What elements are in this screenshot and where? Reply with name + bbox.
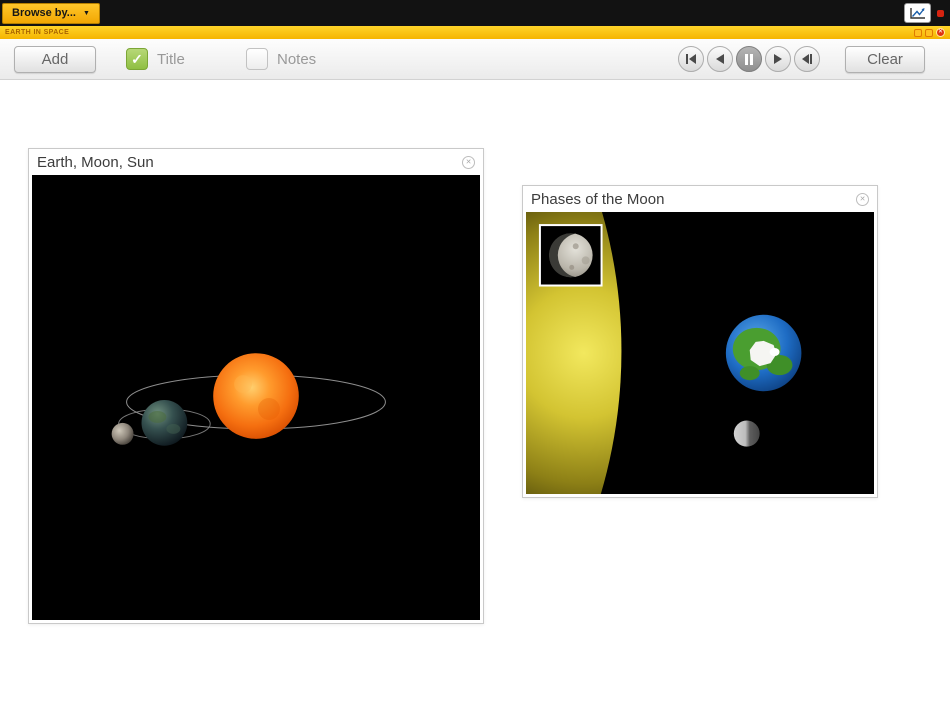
close-window-icon[interactable]: ✕ (936, 28, 945, 37)
earth-moon-sun-canvas[interactable] (32, 175, 480, 620)
app-title-bar: EARTH IN SPACE ✕ (0, 26, 950, 39)
title-checkbox[interactable]: ✓ (126, 48, 148, 70)
panel-earth-moon-sun[interactable]: Earth, Moon, Sun ✕ (28, 148, 484, 624)
phases-canvas[interactable] (526, 212, 874, 494)
sun-texture-spot (234, 375, 253, 394)
top-bar-right (904, 3, 950, 23)
trend-chart-button[interactable] (904, 3, 931, 23)
skip-to-end-button[interactable] (794, 46, 820, 72)
notes-checkbox-label: Notes (277, 50, 317, 68)
pause-button[interactable] (736, 46, 762, 72)
maximize-icon[interactable] (925, 28, 933, 37)
skip-to-start-icon (686, 54, 696, 64)
panel-title: Earth, Moon, Sun (37, 153, 154, 171)
notification-dot (937, 9, 944, 17)
toolbar: Add ✓ Title Notes Clear (0, 39, 950, 80)
moon (733, 420, 760, 447)
app-window: Browse by... ▼ EARTH IN SPACE ✕ Add ✓ Ti… (0, 0, 950, 712)
step-forward-button[interactable] (765, 46, 791, 72)
step-back-icon (716, 54, 724, 64)
check-icon: ✓ (131, 50, 143, 67)
chevron-down-icon: ▼ (82, 9, 90, 17)
earth (725, 314, 802, 392)
close-icon[interactable]: ✕ (462, 155, 475, 169)
sun (213, 353, 299, 439)
sun-texture-spot (257, 397, 280, 420)
step-forward-icon (774, 54, 782, 64)
panel-phases-header: Phases of the Moon ✕ (523, 186, 877, 212)
notes-checkbox-group[interactable]: Notes (246, 48, 316, 70)
window-controls: ✕ (914, 28, 945, 37)
minimize-icon[interactable] (914, 28, 922, 37)
earth (141, 399, 188, 446)
step-back-button[interactable] (707, 46, 733, 72)
title-checkbox-label: Title (157, 50, 185, 68)
moon-phase-thumbnail (538, 224, 603, 287)
skip-to-end-icon (802, 54, 812, 64)
skip-to-start-button[interactable] (678, 46, 704, 72)
panel-title: Phases of the Moon (531, 190, 665, 208)
orbit-scene (32, 175, 480, 620)
earth-continent (148, 410, 167, 423)
close-icon[interactable]: ✕ (856, 192, 869, 206)
panel-earth-moon-sun-header: Earth, Moon, Sun ✕ (29, 149, 483, 175)
trend-chart-icon (910, 7, 925, 19)
phases-scene (526, 212, 874, 494)
earth-continent (166, 423, 181, 434)
clear-button[interactable]: Clear (845, 46, 925, 73)
moon (111, 422, 134, 445)
browse-by-label: Browse by... (12, 7, 76, 19)
panel-phases-of-the-moon[interactable]: Phases of the Moon ✕ (522, 185, 878, 498)
browse-by-button[interactable]: Browse by... ▼ (2, 2, 100, 24)
notes-checkbox[interactable] (246, 48, 268, 70)
pause-icon (745, 53, 753, 65)
title-checkbox-group[interactable]: ✓ Title (126, 48, 185, 70)
add-button[interactable]: Add (14, 46, 96, 73)
app-title: EARTH IN SPACE (5, 29, 70, 36)
playback-controls (678, 46, 820, 72)
top-bar: Browse by... ▼ (0, 0, 950, 26)
